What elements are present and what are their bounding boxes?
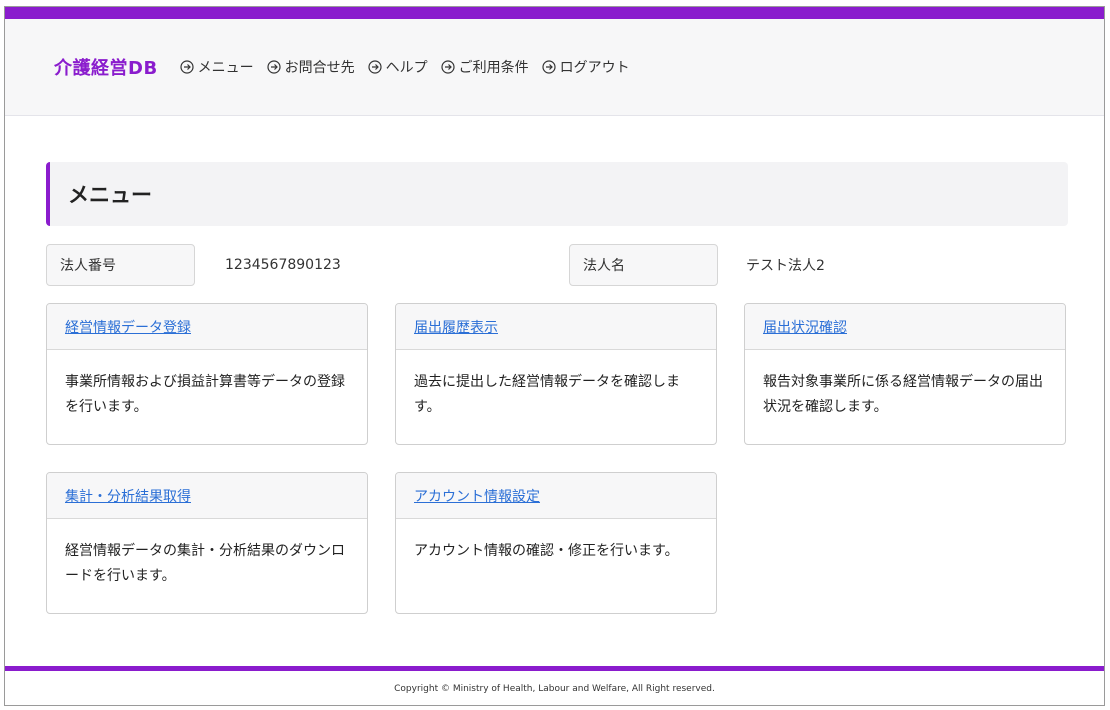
main-content: メニュー 法人番号 1234567890123 法人名 テスト法人2 経営情報デ… [46,162,1068,623]
card-description: 事業所情報および損益計算書等データの登録を行います。 [65,374,345,415]
card-account-settings: アカウント情報設定 アカウント情報の確認・修正を行います。 [395,472,717,614]
submission-status-link[interactable]: 届出状況確認 [763,317,847,337]
circle-arrow-right-icon [180,60,194,74]
nav-item-help[interactable]: ヘルプ [368,57,428,77]
corp-name-label: 法人名 [569,244,718,286]
card-header: 届出状況確認 [745,304,1065,350]
card-description: 報告対象事業所に係る経営情報データの届出状況を確認します。 [763,374,1043,415]
nav-item-label: ログアウト [559,60,630,76]
nav-item-label: ご利用条件 [458,60,529,76]
nav-item-label: メニュー [197,60,254,76]
account-settings-link[interactable]: アカウント情報設定 [414,486,540,506]
card-description: 過去に提出した経営情報データを確認します。 [414,374,680,415]
nav-item-contact[interactable]: お問合せ先 [267,57,355,77]
footer: Copyright © Ministry of Health, Labour a… [5,671,1104,705]
corp-number-label: 法人番号 [46,244,195,286]
card-header: 経営情報データ登録 [47,304,367,350]
analysis-results-link[interactable]: 集計・分析結果取得 [65,486,191,506]
nav-item-menu[interactable]: メニュー [180,57,254,77]
card-description: 経営情報データの集計・分析結果のダウンロードを行います。 [65,543,345,584]
header: 介護経営DB メニュー お問合せ先 ヘルプ ご利用条件 ログアウト [5,19,1104,116]
corp-name-value: テスト法人2 [746,258,825,274]
nav-item-label: お問合せ先 [284,60,355,76]
nav-item-logout[interactable]: ログアウト [542,57,630,77]
card-submission-status: 届出状況確認 報告対象事業所に係る経営情報データの届出状況を確認します。 [744,303,1066,445]
circle-arrow-right-icon [368,60,382,74]
app-window: 介護経営DB メニュー お問合せ先 ヘルプ ご利用条件 ログアウト メニュー 法… [4,6,1105,706]
card-description: アカウント情報の確認・修正を行います。 [414,543,679,559]
card-analysis-results: 集計・分析結果取得 経営情報データの集計・分析結果のダウンロードを行います。 [46,472,368,614]
card-submission-history: 届出履歴表示 過去に提出した経営情報データを確認します。 [395,303,717,445]
submission-history-link[interactable]: 届出履歴表示 [414,317,498,337]
circle-arrow-right-icon [542,60,556,74]
circle-arrow-right-icon [267,60,281,74]
menu-cards: 経営情報データ登録 事業所情報および損益計算書等データの登録を行います。 届出履… [46,303,1068,623]
card-header: 集計・分析結果取得 [47,473,367,519]
corp-number-value: 1234567890123 [225,257,341,273]
data-registration-link[interactable]: 経営情報データ登録 [65,317,191,337]
brand-logo[interactable]: 介護経営DB [54,54,158,80]
page-title-box: メニュー [46,162,1068,226]
card-data-registration: 経営情報データ登録 事業所情報および損益計算書等データの登録を行います。 [46,303,368,445]
nav-item-label: ヘルプ [385,60,428,76]
page-title: メニュー [68,183,152,207]
corp-info-row: 法人番号 1234567890123 法人名 テスト法人2 [46,244,1068,286]
card-header: 届出履歴表示 [396,304,716,350]
card-header: アカウント情報設定 [396,473,716,519]
main-nav: メニュー お問合せ先 ヘルプ ご利用条件 ログアウト [180,57,643,77]
copyright-text: Copyright © Ministry of Health, Labour a… [394,684,715,694]
top-accent-bar [5,7,1104,19]
circle-arrow-right-icon [441,60,455,74]
nav-item-terms[interactable]: ご利用条件 [441,57,529,77]
